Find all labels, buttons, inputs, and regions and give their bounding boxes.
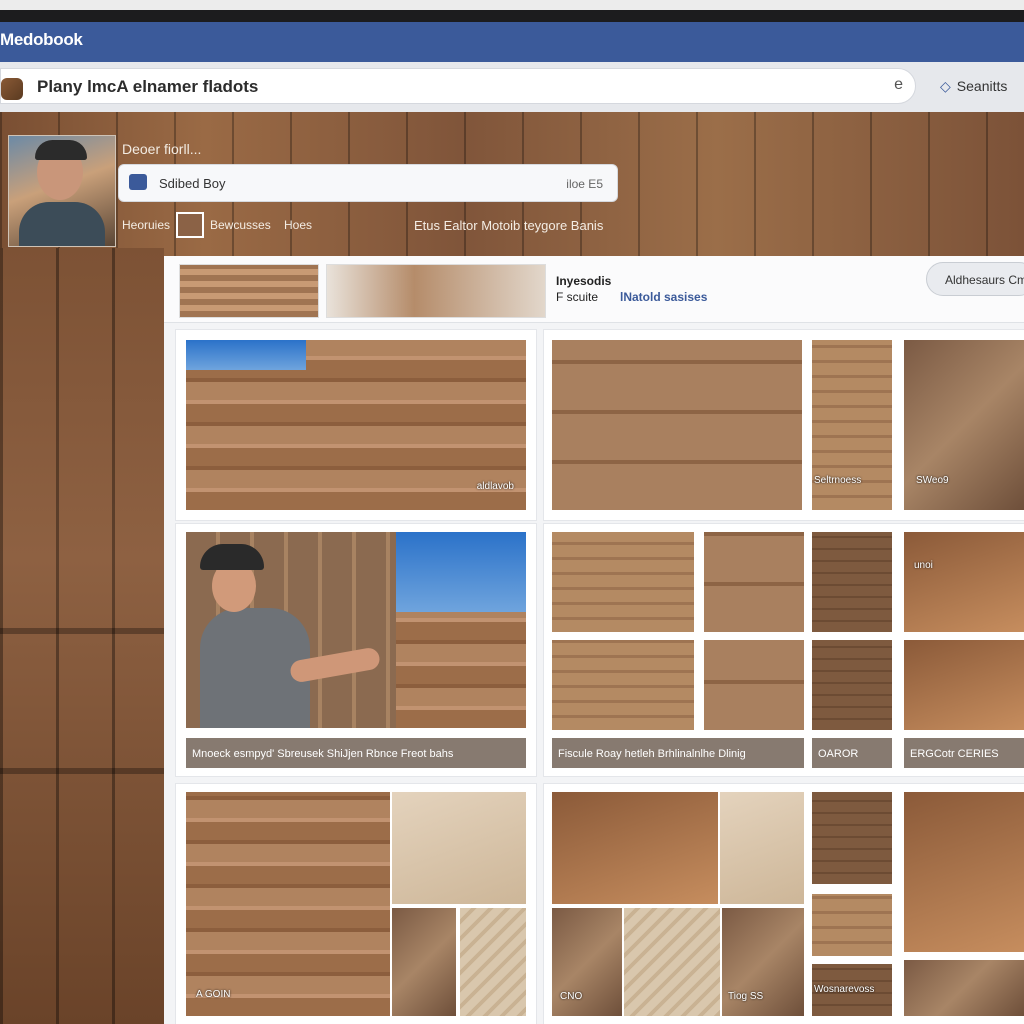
worker-cap (200, 544, 264, 570)
album-cover-thumb[interactable] (179, 264, 319, 318)
tag-3[interactable]: Hoes (284, 218, 312, 232)
photo-tile[interactable] (460, 908, 526, 1016)
photo-overlay-text: unoi (914, 560, 933, 571)
photo-tile[interactable] (720, 792, 804, 904)
window-top-strip (0, 0, 1024, 22)
window-chrome (0, 0, 1024, 10)
avatar-cap (35, 140, 87, 160)
photo-tile[interactable] (552, 792, 718, 904)
post-time: iloe E5 (566, 177, 603, 191)
photo-caption: OAROR (812, 738, 892, 768)
post-composer[interactable]: Sdibed Boy iloe E5 (118, 164, 618, 202)
album-link[interactable]: lNatold sasises (620, 290, 707, 304)
search-input[interactable]: Plany lmcA elnamer fladots e (0, 68, 916, 104)
photo-tile[interactable]: unoi (904, 532, 1024, 632)
board-seam (0, 628, 164, 634)
photo-card[interactable]: CNO Tiog SS Wosnarevoss (544, 784, 1024, 1024)
album-subtitle: F scuite (556, 290, 599, 304)
photo-tile[interactable]: CNO (552, 908, 622, 1016)
photo-tile[interactable] (904, 640, 1024, 730)
photo-caption: Mnoeck esmpyd' Sbreusek ShiJjen Rbnce Fr… (186, 738, 526, 768)
photo-overlay-text: A GOIN (196, 989, 231, 1000)
photo-tile[interactable]: A GOIN (186, 792, 390, 1016)
search-query: Plany lmcA elnamer fladots (37, 77, 259, 96)
photo-tile[interactable] (552, 532, 694, 632)
profile-tag-row: Heoruies Bewcusses Hoes Etus Ealtor Moto… (118, 210, 618, 240)
avatar[interactable] (8, 135, 116, 247)
photo-tile[interactable] (812, 640, 892, 730)
photo-tile[interactable]: Wosnarevoss (812, 964, 892, 1016)
photo-caption: ERGCotr CERIES (904, 738, 1024, 768)
photo-tile[interactable] (704, 532, 804, 632)
album-title: Inyesodis (556, 274, 612, 288)
photo-sky (396, 532, 526, 612)
photo-fence (396, 612, 526, 728)
photo-card[interactable]: Mnoeck esmpyd' Sbreusek ShiJjen Rbnce Fr… (176, 524, 536, 776)
album-action-button[interactable]: Aldhesaurs Cm (926, 262, 1024, 296)
post-placeholder: Sdibed Boy (159, 176, 226, 191)
avatar-body (19, 202, 105, 246)
photo-tile[interactable] (812, 792, 892, 884)
photo-tile[interactable] (392, 908, 456, 1016)
left-wood-boards (0, 248, 164, 1024)
photo-tile[interactable] (812, 532, 892, 632)
photo-icon (129, 174, 147, 190)
photo-card[interactable]: Seltrnoess SWeo9 (544, 330, 1024, 520)
photo-tile[interactable] (624, 908, 720, 1016)
photo-card[interactable]: unoi Fiscule Roay hetleh Brhlinalnlhe Dl… (544, 524, 1024, 776)
photo-card[interactable]: A GOIN (176, 784, 536, 1024)
photo-overlay-text: Wosnarevoss (814, 984, 875, 995)
album-header: Inyesodis F scuite lNatold sasises Aldhe… (164, 256, 1024, 323)
app-header: Medobook (0, 22, 1024, 62)
board-seam (0, 768, 164, 774)
photo-tile[interactable] (704, 640, 804, 730)
photo-album-panel: Inyesodis F scuite lNatold sasises Aldhe… (164, 256, 1024, 1024)
photo-overlay-text: aldlavob (476, 481, 514, 492)
album-cover-thumb[interactable] (326, 264, 546, 318)
profile-caption: Etus Ealtor Motoib teygore Banis (414, 218, 604, 233)
tag-2[interactable]: Bewcusses (210, 218, 271, 232)
clear-search-icon[interactable]: e (894, 76, 903, 94)
photo-tile[interactable] (186, 532, 526, 728)
photo-sky (186, 340, 306, 370)
search-thumbnail-icon (1, 78, 23, 100)
photo-tile[interactable]: SWeo9 (904, 340, 1024, 510)
photo-tile[interactable] (552, 340, 802, 510)
photo-tile[interactable] (392, 792, 526, 904)
diamond-icon: ◇ (940, 78, 951, 94)
photo-overlay-text: Tiog SS (728, 991, 764, 1002)
photo-tile[interactable] (904, 792, 1024, 952)
photo-overlay-text: SWeo9 (916, 475, 949, 486)
photo-overlay-text: CNO (560, 991, 583, 1002)
worker-photo (186, 532, 382, 728)
photo-card[interactable]: aldlavob (176, 330, 536, 520)
photo-overlay-text: Seltrnoess (814, 475, 862, 486)
photo-tile[interactable]: Tiog SS (722, 908, 804, 1016)
photo-tile[interactable] (552, 640, 694, 730)
brand-logo[interactable]: Medobook (0, 30, 83, 50)
search-submit-button[interactable]: ◇ Seanitts (940, 78, 1007, 95)
photo-caption: Fiscule Roay hetleh Brhlinalnlhe Dlinig (552, 738, 804, 768)
photo-tile[interactable]: aldlavob (186, 340, 526, 510)
photo-tile[interactable] (904, 960, 1024, 1016)
photo-tile[interactable]: Seltrnoess (812, 340, 892, 510)
tag-thumbnail[interactable] (176, 212, 204, 238)
tag-1[interactable]: Heoruies (122, 218, 170, 232)
search-submit-label: Seanitts (956, 78, 1008, 94)
photo-tile[interactable] (812, 894, 892, 956)
search-row: Plany lmcA elnamer fladots e ◇ Seanitts (0, 62, 1024, 112)
profile-name[interactable]: Deoer fiorll... (122, 141, 201, 157)
